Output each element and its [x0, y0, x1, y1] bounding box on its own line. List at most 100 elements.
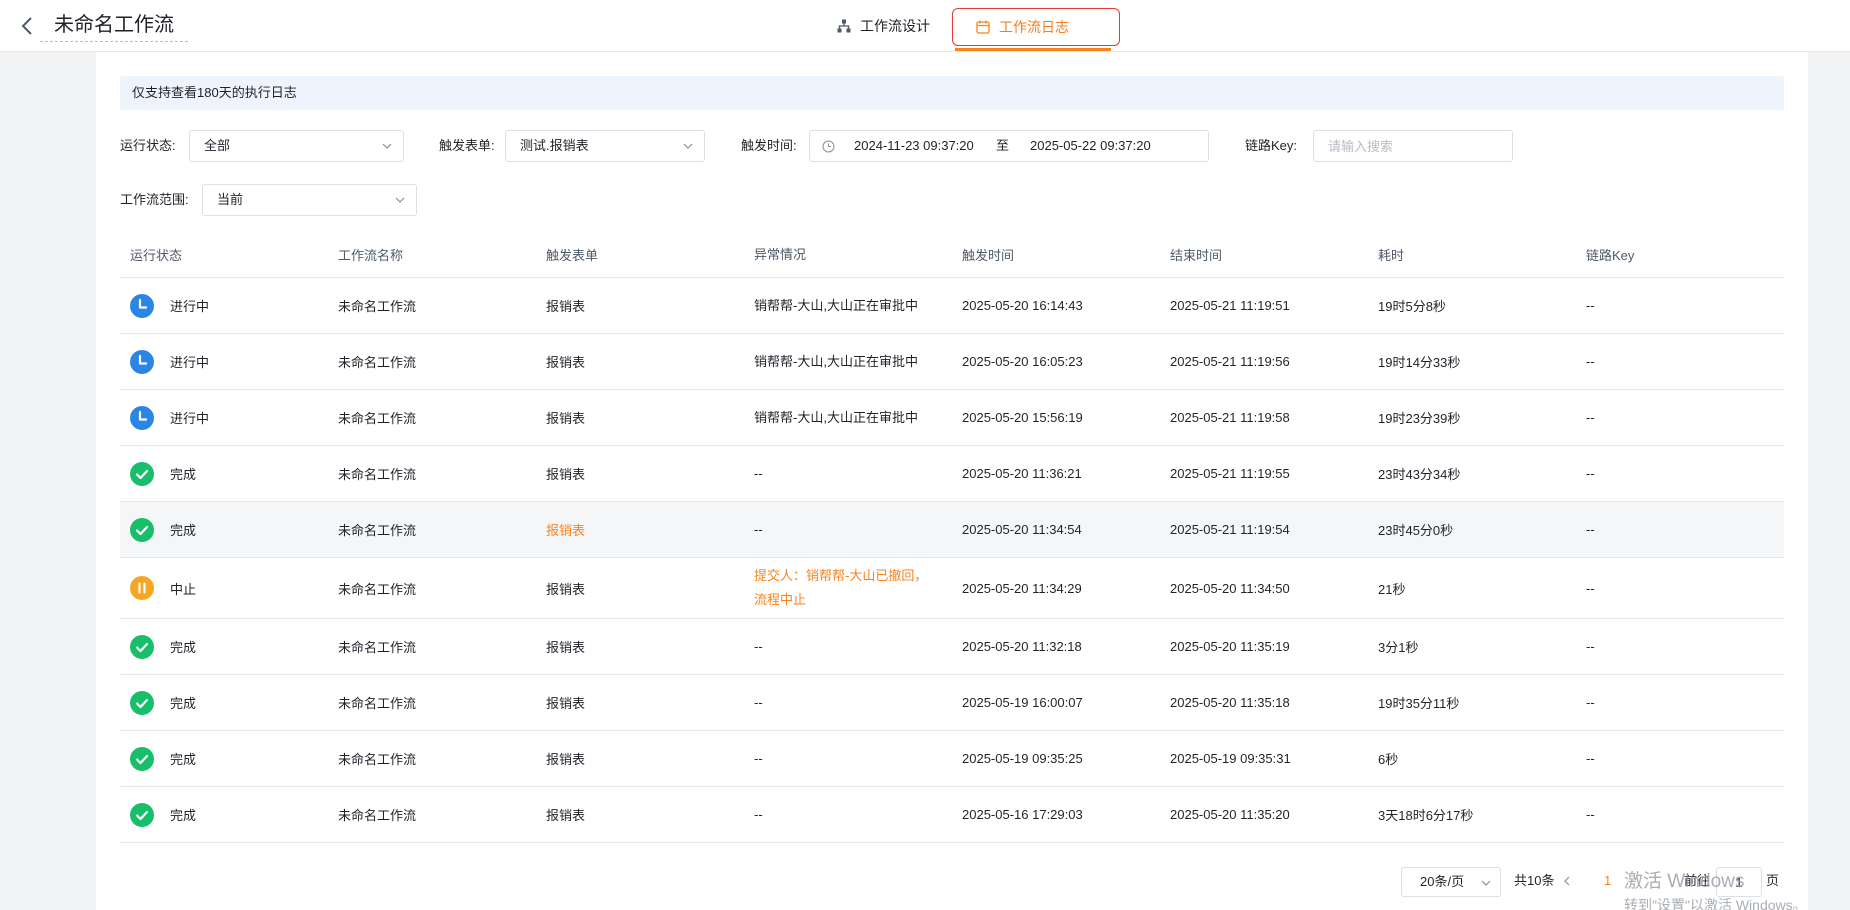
tab-label: 工作流日志 — [999, 19, 1069, 35]
cell-workflow-name: 未命名工作流 — [338, 808, 417, 823]
workflow-scope-select[interactable]: 当前 — [202, 184, 417, 216]
chevron-down-icon — [683, 143, 693, 149]
cell-trigger-form[interactable]: 报销表 — [536, 352, 744, 371]
cell-trigger-form[interactable]: 报销表 — [536, 805, 744, 824]
status-text: 中止 — [170, 581, 197, 597]
header-trigger-form: 触发表单 — [546, 248, 599, 263]
page-1-button[interactable]: 1 — [1604, 867, 1611, 895]
cell-trigger-time: 2025-05-20 15:56:19 — [962, 410, 1083, 425]
header-workflow-name: 工作流名称 — [338, 248, 404, 263]
run-status-select[interactable]: 全部 — [189, 130, 404, 162]
cell-exception: -- — [754, 694, 763, 710]
chevron-left-icon — [21, 17, 32, 35]
cell-workflow-name: 未命名工作流 — [338, 696, 417, 711]
table-row[interactable]: 完成 未命名工作流 报销表 -- 2025-05-19 09:35:25 2025-05-… — [120, 731, 1784, 787]
cell-exception: -- — [754, 806, 763, 822]
cell-trigger-form[interactable]: 报销表 — [536, 408, 744, 427]
start-date[interactable]: 2024-11-23 09:37:20 — [854, 131, 974, 161]
cell-exception: 销帮帮-大山,大山正在审批中 — [754, 353, 918, 369]
cell-workflow-name: 未命名工作流 — [338, 355, 417, 370]
cell-trigger-time: 2025-05-20 16:05:23 — [962, 354, 1083, 369]
table-row[interactable]: 完成 未命名工作流 报销表 -- 2025-05-20 11:34:54 2025-05-… — [120, 502, 1784, 558]
table-row[interactable]: 进行中 未命名工作流 报销表 销帮帮-大山,大山正在审批中 2025-05-20 16:… — [120, 278, 1784, 334]
cell-workflow-name: 未命名工作流 — [338, 640, 417, 655]
cell-run-status: 进行中 — [120, 293, 328, 318]
prev-page-button[interactable] — [1562, 867, 1576, 895]
select-value: 测试.报销表 — [520, 138, 589, 153]
cell-trigger-time: 2025-05-20 11:34:54 — [962, 522, 1082, 537]
cell-trigger-form[interactable]: 报销表 — [536, 749, 744, 768]
page-size-value: 20条/页 — [1420, 874, 1465, 889]
cell-end-time: 2025-05-21 11:19:54 — [1170, 522, 1290, 537]
status-text: 进行中 — [170, 299, 210, 314]
trigger-form-label: 触发表单: — [439, 138, 495, 153]
sitemap-icon — [836, 18, 852, 34]
cell-run-status: 完成 — [120, 634, 328, 659]
chevron-down-icon — [1481, 880, 1491, 886]
cell-exception: -- — [754, 750, 763, 766]
table-row[interactable]: 完成 未命名工作流 报销表 -- 2025-05-19 16:00:07 2025-05-… — [120, 675, 1784, 731]
tab-workflow-design[interactable]: 工作流设计 — [820, 0, 953, 52]
cell-end-time: 2025-05-20 11:35:19 — [1170, 639, 1290, 654]
page-size-select[interactable]: 20条/页 — [1401, 867, 1501, 897]
cell-trigger-time: 2025-05-19 09:35:25 — [962, 751, 1083, 766]
trigger-time-range[interactable]: 2024-11-23 09:37:20 至 2025-05-22 09:37:2… — [809, 130, 1209, 162]
cell-duration: 19时14分33秒 — [1378, 355, 1461, 370]
cell-duration: 23时45分0秒 — [1378, 523, 1454, 538]
trace-key-label: 链路Key: — [1245, 138, 1298, 153]
cell-trace-key: -- — [1586, 639, 1595, 654]
chevron-down-icon — [395, 197, 405, 203]
cell-workflow-name: 未命名工作流 — [338, 752, 417, 767]
table-row[interactable]: 完成 未命名工作流 报销表 -- 2025-05-16 17:29:03 2025-05-… — [120, 787, 1784, 843]
trigger-time-label: 触发时间: — [741, 138, 797, 153]
check-circle-icon — [130, 746, 154, 771]
cell-trigger-form[interactable]: 报销表 — [536, 693, 744, 712]
table-row[interactable]: 中止 未命名工作流 报销表 提交人：销帮帮-大山已撤回，流程中止 2025-05-20 … — [120, 558, 1784, 619]
back-button[interactable] — [18, 14, 38, 38]
tab-workflow-log[interactable]: 工作流日志 — [952, 8, 1120, 46]
table-row[interactable]: 进行中 未命名工作流 报销表 销帮帮-大山,大山正在审批中 2025-05-20 16:… — [120, 334, 1784, 390]
goto-page-input[interactable] — [1716, 867, 1762, 897]
cell-trigger-form[interactable]: 报销表 — [536, 520, 744, 539]
trigger-form-select[interactable]: 测试.报销表 — [505, 130, 705, 162]
cell-trace-key: -- — [1586, 751, 1595, 766]
workflow-title[interactable]: 未命名工作流 — [40, 10, 188, 42]
cell-trigger-form[interactable]: 报销表 — [536, 579, 744, 598]
cell-trigger-form[interactable]: 报销表 — [536, 296, 744, 315]
cell-trace-key: -- — [1586, 695, 1595, 710]
cell-trigger-form[interactable]: 报销表 — [536, 464, 744, 483]
cell-end-time: 2025-05-19 09:35:31 — [1170, 751, 1291, 766]
cell-trace-key: -- — [1586, 807, 1595, 822]
active-tab-indicator — [955, 48, 1111, 51]
status-text: 完成 — [170, 752, 197, 767]
cell-run-status: 完成 — [120, 461, 328, 486]
log-panel: 仅支持查看180天的执行日志 运行状态: 全部 触发表单: 测试.报销表 触发时… — [96, 52, 1808, 910]
cell-duration: 3分1秒 — [1378, 640, 1419, 655]
cell-run-status: 中止 — [120, 576, 328, 600]
cell-duration: 3天18时6分17秒 — [1378, 808, 1474, 823]
cell-run-status: 完成 — [120, 746, 328, 771]
end-date[interactable]: 2025-05-22 09:37:20 — [1030, 131, 1151, 161]
table-row[interactable]: 进行中 未命名工作流 报销表 销帮帮-大山,大山正在审批中 2025-05-20 15:… — [120, 390, 1784, 446]
table-row[interactable]: 完成 未命名工作流 报销表 -- 2025-05-20 11:32:18 2025-05-… — [120, 619, 1784, 675]
cell-workflow-name: 未命名工作流 — [338, 411, 417, 426]
cell-trigger-form[interactable]: 报销表 — [536, 637, 744, 656]
cell-duration: 23时43分34秒 — [1378, 467, 1461, 482]
table-body: 进行中 未命名工作流 报销表 销帮帮-大山,大山正在审批中 2025-05-20 16:… — [120, 278, 1784, 843]
table-row[interactable]: 完成 未命名工作流 报销表 -- 2025-05-20 11:36:21 2025-05-… — [120, 446, 1784, 502]
cell-workflow-name: 未命名工作流 — [338, 581, 417, 597]
cell-end-time: 2025-05-21 11:19:58 — [1170, 410, 1290, 425]
status-text: 完成 — [170, 467, 197, 482]
cell-end-time: 2025-05-21 11:19:55 — [1170, 466, 1290, 481]
cell-trace-key: -- — [1586, 522, 1595, 537]
pause-circle-icon — [130, 576, 154, 600]
select-value: 当前 — [217, 192, 244, 207]
cell-trigger-time: 2025-05-20 11:32:18 — [962, 639, 1082, 654]
cell-trace-key: -- — [1586, 466, 1595, 481]
trace-key-input[interactable] — [1313, 130, 1513, 162]
chevron-left-icon — [1564, 876, 1570, 886]
cell-duration: 19时23分39秒 — [1378, 411, 1461, 426]
cell-run-status: 完成 — [120, 517, 328, 542]
cell-workflow-name: 未命名工作流 — [338, 299, 417, 314]
cell-trigger-time: 2025-05-19 16:00:07 — [962, 695, 1083, 710]
